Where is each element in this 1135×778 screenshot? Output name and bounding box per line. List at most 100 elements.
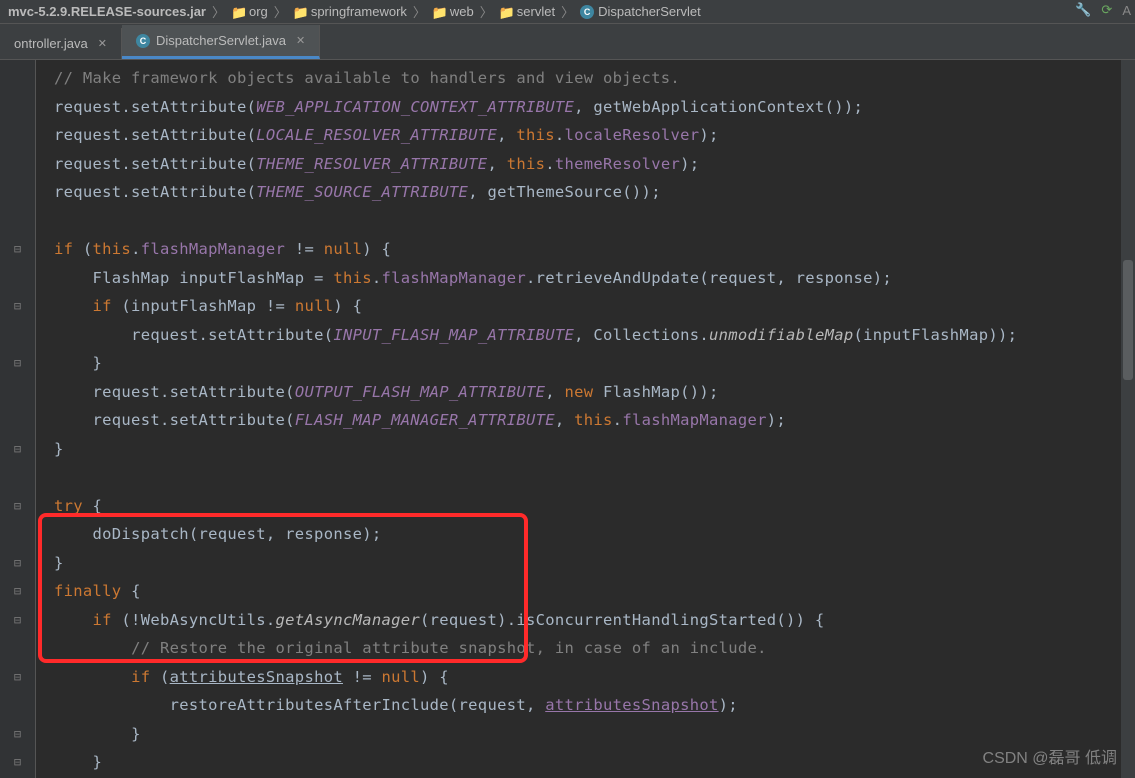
breadcrumb-label: org bbox=[249, 4, 268, 19]
code-text: request.setAttribute( bbox=[131, 326, 333, 344]
code-text: restoreAttributesAfterInclude(request, bbox=[170, 696, 546, 714]
code-kw: if bbox=[131, 668, 150, 686]
code-const: LOCALE_RESOLVER_ATTRIBUTE bbox=[256, 126, 497, 144]
code-text: ( bbox=[73, 240, 92, 258]
breadcrumb-item[interactable]: mvc-5.2.9.RELEASE-sources.jar bbox=[8, 4, 206, 19]
code-text: , getWebApplicationContext()); bbox=[574, 98, 863, 116]
code-text: ) { bbox=[333, 297, 362, 315]
fold-icon[interactable]: ⊟ bbox=[14, 242, 21, 256]
code-const: FLASH_MAP_MANAGER_ATTRIBUTE bbox=[295, 411, 555, 429]
code-text: request.setAttribute( bbox=[54, 98, 256, 116]
fold-icon[interactable]: ⊟ bbox=[14, 670, 21, 684]
code-kw: this bbox=[507, 155, 546, 173]
code-kw: if bbox=[93, 611, 112, 629]
code-text: ) { bbox=[362, 240, 391, 258]
code-text: } bbox=[54, 440, 64, 458]
code-kw: if bbox=[93, 297, 112, 315]
package-icon: 📁 bbox=[231, 5, 245, 19]
code-text: , Collections. bbox=[574, 326, 709, 344]
gutter[interactable]: ⊟ ⊟ ⊟ ⊟ ⊟ ⊟ ⊟ ⊟ ⊟ ⊟ ⊟ bbox=[0, 60, 36, 778]
code-field: localeResolver bbox=[565, 126, 700, 144]
breadcrumb-label: web bbox=[450, 4, 474, 19]
fold-icon[interactable]: ⊟ bbox=[14, 556, 21, 570]
code-text: , bbox=[555, 411, 574, 429]
code-text: { bbox=[83, 497, 102, 515]
fold-icon[interactable]: ⊟ bbox=[14, 584, 21, 598]
code-static: unmodifiableMap bbox=[709, 326, 853, 344]
fold-icon[interactable]: ⊟ bbox=[14, 755, 21, 769]
code-text: ( bbox=[150, 668, 169, 686]
code-text: , bbox=[487, 155, 506, 173]
code-kw: new bbox=[565, 383, 594, 401]
tab-dispatcher-servlet[interactable]: C DispatcherServlet.java ✕ bbox=[122, 25, 320, 59]
code-text: doDispatch(request, response); bbox=[93, 525, 382, 543]
fold-icon[interactable]: ⊟ bbox=[14, 613, 21, 627]
code-text: != bbox=[343, 668, 382, 686]
fold-icon[interactable]: ⊟ bbox=[14, 299, 21, 313]
code-field: flashMapManager bbox=[622, 411, 766, 429]
fold-icon[interactable]: ⊟ bbox=[14, 499, 21, 513]
code-text: request.setAttribute( bbox=[93, 411, 295, 429]
editor: ⊟ ⊟ ⊟ ⊟ ⊟ ⊟ ⊟ ⊟ ⊟ ⊟ ⊟ // Make framework … bbox=[0, 60, 1135, 778]
breadcrumb-item[interactable]: C DispatcherServlet bbox=[580, 4, 701, 19]
breadcrumb-item[interactable]: 📁 org bbox=[231, 4, 268, 19]
breadcrumb-label: DispatcherServlet bbox=[598, 4, 701, 19]
close-icon[interactable]: ✕ bbox=[98, 37, 107, 50]
code-kw: this bbox=[93, 240, 132, 258]
vertical-scrollbar[interactable] bbox=[1121, 60, 1135, 778]
code-text: (inputFlashMap)); bbox=[853, 326, 1017, 344]
close-icon[interactable]: ✕ bbox=[296, 34, 305, 47]
toolbar-a[interactable]: A bbox=[1122, 3, 1131, 18]
code-text: (request).isConcurrentHandlingStarted())… bbox=[420, 611, 825, 629]
code-kw: null bbox=[382, 668, 421, 686]
code-kw: this bbox=[574, 411, 613, 429]
code-text: . bbox=[613, 411, 623, 429]
code-comment: // Restore the original attribute snapsh… bbox=[131, 639, 767, 657]
code-text: ) { bbox=[420, 668, 449, 686]
code-text: request.setAttribute( bbox=[54, 126, 256, 144]
chevron-right-icon: 〉 bbox=[561, 2, 574, 21]
code-text: . bbox=[545, 155, 555, 173]
fold-icon[interactable]: ⊟ bbox=[14, 442, 21, 456]
search-icon[interactable]: 🔧 bbox=[1075, 2, 1091, 18]
chevron-right-icon: 〉 bbox=[274, 2, 287, 21]
breadcrumb-label: springframework bbox=[311, 4, 407, 19]
code-text: . bbox=[372, 269, 382, 287]
chevron-right-icon: 〉 bbox=[413, 2, 426, 21]
tab-controller[interactable]: ontroller.java ✕ bbox=[0, 28, 122, 59]
code-text: } bbox=[131, 725, 141, 743]
code-text: FlashMap inputFlashMap = bbox=[93, 269, 334, 287]
editor-tabs: ontroller.java ✕ C DispatcherServlet.jav… bbox=[0, 24, 1135, 60]
code-text: ); bbox=[767, 411, 786, 429]
code-kw: if bbox=[54, 240, 73, 258]
code-const: INPUT_FLASH_MAP_ATTRIBUTE bbox=[333, 326, 574, 344]
code-const: THEME_SOURCE_ATTRIBUTE bbox=[256, 183, 468, 201]
code-kw: null bbox=[324, 240, 363, 258]
scroll-thumb[interactable] bbox=[1123, 260, 1133, 380]
code-kw: this bbox=[333, 269, 372, 287]
breadcrumb-item[interactable]: 📁springframework bbox=[293, 4, 407, 19]
package-icon: 📁 bbox=[499, 5, 513, 19]
code-area[interactable]: // Make framework objects available to h… bbox=[36, 60, 1135, 778]
watermark: CSDN @磊哥 低调 bbox=[983, 744, 1117, 768]
chevron-right-icon: 〉 bbox=[480, 2, 493, 21]
code-text: .retrieveAndUpdate(request, response); bbox=[526, 269, 892, 287]
code-text: , bbox=[497, 126, 516, 144]
breadcrumb-item[interactable]: 📁servlet bbox=[499, 4, 555, 19]
breadcrumb-item[interactable]: 📁 web bbox=[432, 4, 474, 19]
package-icon: 📁 bbox=[432, 5, 446, 19]
code-text: FlashMap()); bbox=[593, 383, 718, 401]
code-text: ); bbox=[680, 155, 699, 173]
class-icon: C bbox=[580, 5, 594, 19]
code-static: getAsyncManager bbox=[276, 611, 420, 629]
fold-icon[interactable]: ⊟ bbox=[14, 356, 21, 370]
toolbar-right: 🔧 ⟳ A bbox=[1075, 2, 1131, 18]
breadcrumb-bar: mvc-5.2.9.RELEASE-sources.jar 〉 📁 org 〉 📁… bbox=[0, 0, 1135, 24]
code-text: request.setAttribute( bbox=[54, 183, 256, 201]
fold-icon[interactable]: ⊟ bbox=[14, 727, 21, 741]
code-field: flashMapManager bbox=[141, 240, 285, 258]
code-text: } bbox=[93, 354, 103, 372]
code-kw: try bbox=[54, 497, 83, 515]
code-var: attributesSnapshot bbox=[170, 668, 343, 686]
settings-icon[interactable]: ⟳ bbox=[1101, 2, 1112, 18]
